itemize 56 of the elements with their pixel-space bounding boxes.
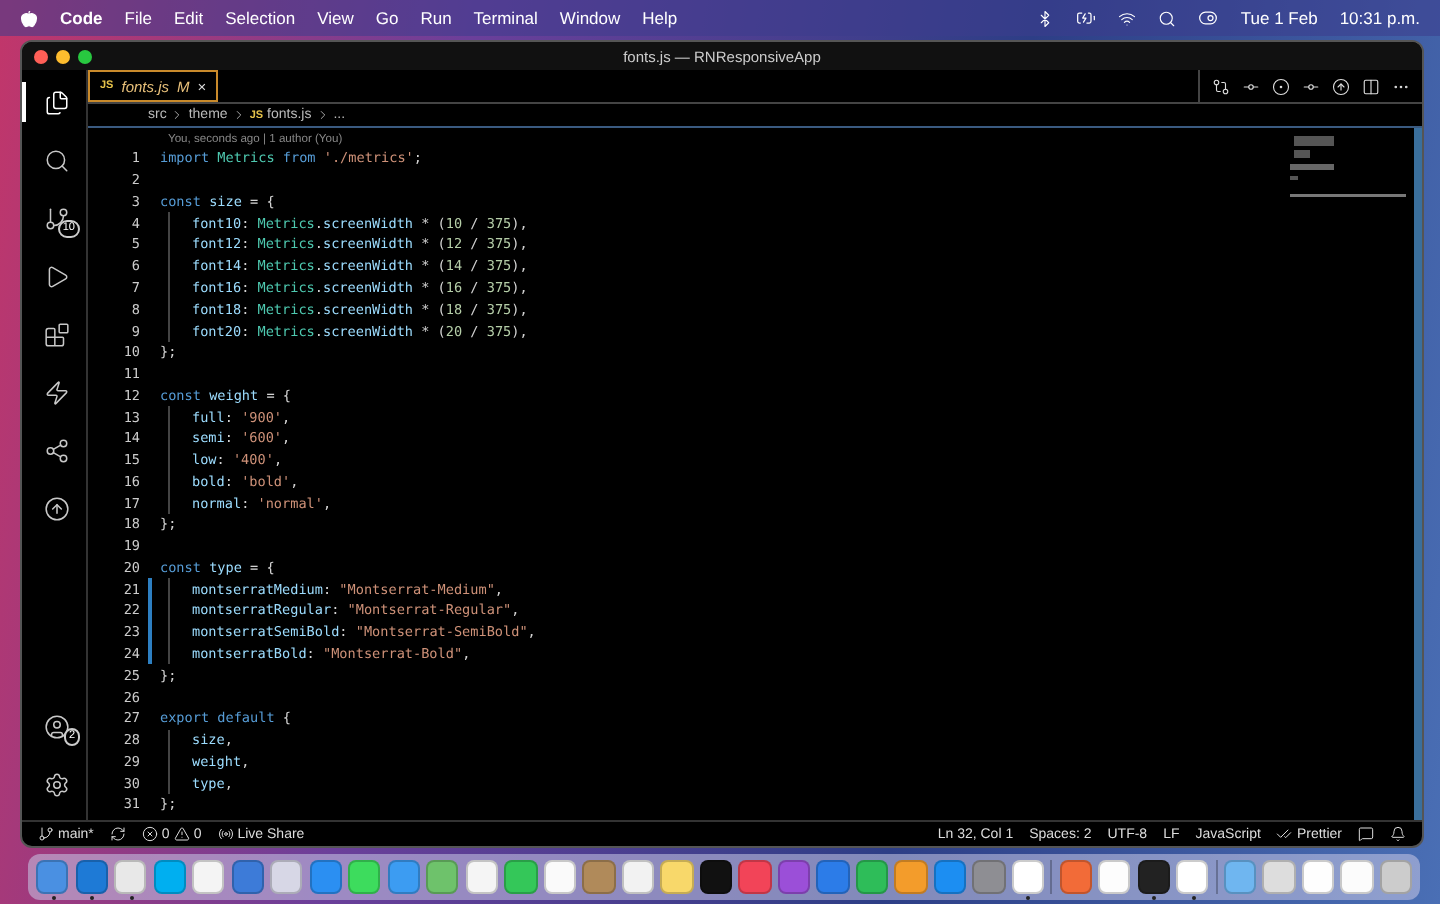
warning-icon bbox=[173, 826, 190, 842]
chevron-icon bbox=[315, 108, 330, 122]
menu-item[interactable]: Terminal bbox=[473, 8, 538, 28]
bluetooth-icon bbox=[1036, 9, 1055, 27]
apple-icon bbox=[20, 9, 38, 27]
lightning-icon bbox=[43, 379, 69, 405]
search-icon bbox=[1158, 9, 1177, 27]
broadcast-icon bbox=[217, 826, 234, 842]
error-icon bbox=[141, 826, 158, 842]
menu-item[interactable]: Help bbox=[642, 8, 678, 28]
app-icon[interactable] bbox=[543, 860, 577, 894]
split-editor-icon bbox=[1362, 77, 1380, 95]
app-icon[interactable] bbox=[1301, 860, 1335, 894]
menu-date: Tue 1 Feb bbox=[1240, 8, 1318, 28]
app-icon[interactable] bbox=[1340, 860, 1374, 894]
branch-icon bbox=[38, 826, 54, 842]
scrollbar[interactable] bbox=[1414, 128, 1422, 820]
menu-item[interactable]: Go bbox=[375, 8, 399, 28]
compare-icon bbox=[1212, 77, 1230, 95]
account-icon bbox=[43, 713, 69, 739]
share-icon bbox=[43, 437, 69, 463]
battery-icon bbox=[1076, 8, 1097, 28]
app-icon[interactable] bbox=[192, 860, 225, 894]
app-icon[interactable] bbox=[1137, 860, 1170, 894]
menu-item[interactable]: View bbox=[317, 8, 354, 28]
settings-icon bbox=[43, 771, 69, 797]
blocks-icon bbox=[43, 321, 69, 347]
circle-dot-icon bbox=[1272, 77, 1290, 95]
wifi-icon bbox=[1118, 9, 1137, 27]
app-icon[interactable] bbox=[1176, 860, 1209, 894]
close-button[interactable] bbox=[34, 49, 48, 63]
minimap-drawing bbox=[1290, 132, 1406, 200]
toggle-icon bbox=[1198, 8, 1219, 28]
app-icon[interactable] bbox=[699, 860, 733, 894]
feedback-icon bbox=[1358, 826, 1374, 842]
bell-icon bbox=[1390, 826, 1406, 842]
search-icon bbox=[43, 147, 69, 173]
minimize-button[interactable] bbox=[56, 49, 70, 63]
menu-item[interactable]: File bbox=[124, 8, 152, 28]
menu-time: 10:31 p.m. bbox=[1339, 8, 1420, 28]
files-icon bbox=[43, 89, 69, 115]
menu-item[interactable]: Window bbox=[559, 8, 621, 28]
app-menu[interactable]: Code bbox=[60, 8, 103, 28]
app-icon[interactable] bbox=[621, 860, 655, 894]
play-icon bbox=[43, 263, 69, 289]
menu-item[interactable]: Run bbox=[420, 8, 452, 28]
menu-item[interactable]: Selection bbox=[225, 8, 296, 28]
sync-icon bbox=[109, 826, 126, 842]
chevron-icon bbox=[231, 108, 246, 122]
chevron-icon bbox=[170, 108, 185, 122]
app-icon[interactable] bbox=[1098, 860, 1131, 894]
menu-item[interactable]: Edit bbox=[173, 8, 204, 28]
app-icon[interactable] bbox=[465, 860, 498, 894]
zoom-button[interactable] bbox=[78, 49, 92, 63]
double-check-icon bbox=[1276, 826, 1293, 842]
app-icon[interactable] bbox=[1011, 860, 1045, 894]
